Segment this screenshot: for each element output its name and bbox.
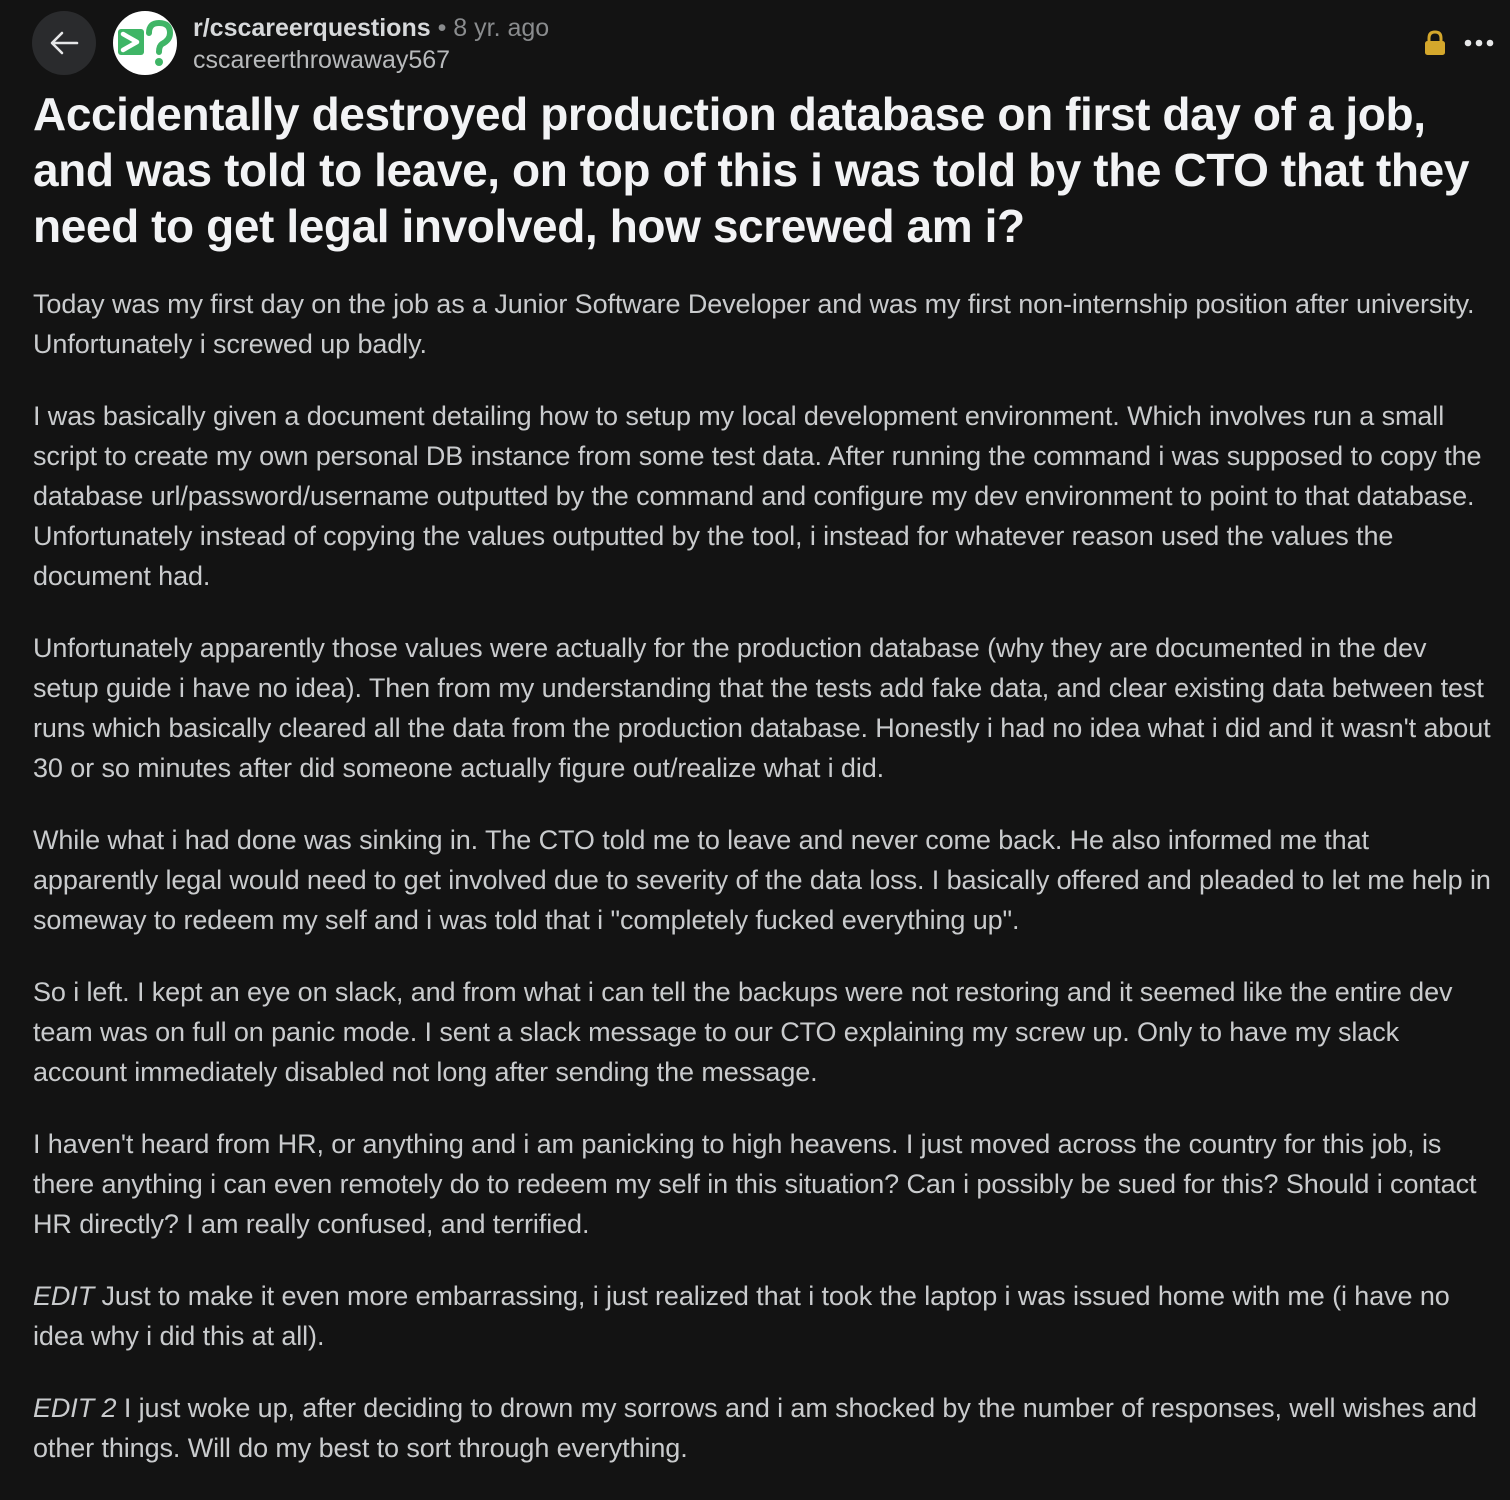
post-paragraph: So i left. I kept an eye on slack, and f…	[33, 977, 1453, 1087]
meta-separator: •	[437, 14, 447, 42]
post-paragraph: While what i had done was sinking in. Th…	[33, 825, 1491, 935]
post-edit-paragraph: EDIT 2 I just woke up, after deciding to…	[33, 1388, 1495, 1468]
more-horizontal-icon	[1464, 39, 1494, 47]
post-paragraph: I haven't heard from HR, or anything and…	[33, 1129, 1477, 1239]
post-edit-paragraph: EDIT Just to make it even more embarrass…	[33, 1276, 1495, 1356]
post-title: Accidentally destroyed production databa…	[33, 88, 1469, 252]
edit-label: EDIT	[33, 1281, 95, 1311]
back-button[interactable]	[32, 11, 96, 75]
post-paragraph: I was basically given a document detaili…	[33, 401, 1482, 591]
post-age: 8 yr. ago	[453, 14, 550, 42]
post-paragraph: Unfortunately apparently those values we…	[33, 633, 1491, 783]
arrow-left-icon	[50, 31, 79, 55]
post-header: r/cscareerquestions • 8 yr. ago cscareer…	[0, 0, 1510, 86]
post-paragraph: Today was my first day on the job as a J…	[33, 289, 1475, 359]
edit-text: I just woke up, after deciding to drown …	[33, 1393, 1477, 1463]
author-username[interactable]: cscareerthrowaway567	[193, 44, 549, 76]
edit-text: Just to make it even more embarrassing, …	[33, 1281, 1450, 1351]
subreddit-logo-icon	[118, 19, 174, 66]
lock-icon	[1425, 30, 1445, 55]
more-options-button[interactable]	[1462, 26, 1496, 60]
subreddit-link[interactable]: r/cscareerquestions	[193, 14, 431, 42]
subreddit-avatar[interactable]	[113, 11, 177, 75]
post-body: Today was my first day on the job as a J…	[33, 284, 1495, 1500]
edit-label: EDIT 2	[33, 1393, 117, 1423]
post-meta: r/cscareerquestions • 8 yr. ago cscareer…	[193, 12, 549, 76]
